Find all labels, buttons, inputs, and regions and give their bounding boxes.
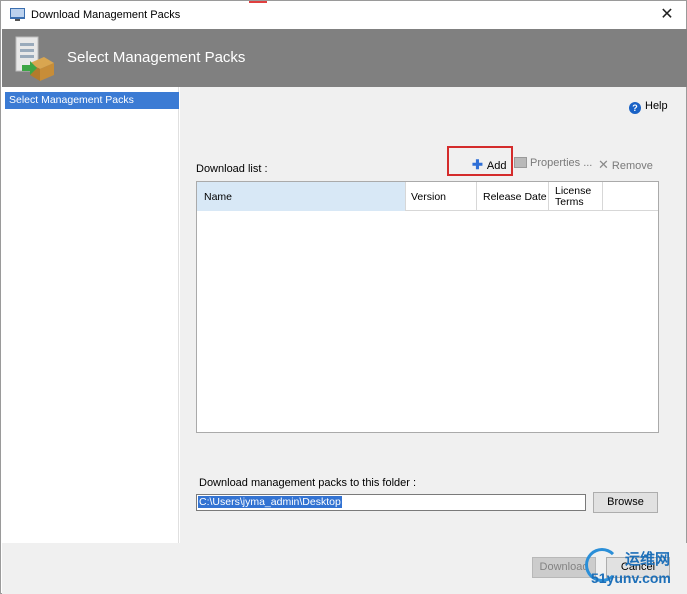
window-title: Download Management Packs (31, 9, 181, 21)
main-panel: ? Help Download list : ✚ Add Properties ..… (180, 87, 686, 543)
column-name[interactable]: Name (197, 182, 406, 211)
add-button[interactable]: ✚ Add (472, 157, 506, 173)
nav-item-select-management-packs[interactable]: Select Management Packs (5, 92, 179, 109)
folder-label: Download management packs to this folder… (199, 477, 417, 489)
plus-icon: ✚ (472, 157, 483, 172)
list-header: Name Version Release Date License Terms (197, 182, 658, 211)
column-release-date[interactable]: Release Date (477, 182, 549, 211)
help-link[interactable]: ? Help (629, 100, 668, 114)
folder-path-input[interactable]: C:\Users\jyma_admin\Desktop (196, 494, 586, 511)
properties-label: Properties ... (530, 157, 593, 169)
watermark-bottom: 51yunv.com (591, 570, 671, 586)
properties-icon (514, 157, 527, 168)
management-pack-icon (15, 36, 54, 81)
properties-button[interactable]: Properties ... (514, 157, 592, 169)
column-license-terms[interactable]: License Terms (549, 182, 603, 211)
title-bar: Download Management Packs ✕ (1, 1, 686, 29)
watermark: 运维网 51yunv.com (581, 546, 685, 592)
download-list[interactable]: Name Version Release Date License Terms (196, 181, 659, 433)
browse-button[interactable]: Browse (593, 492, 658, 513)
column-version[interactable]: Version (406, 182, 477, 211)
download-mp-window: Download Management Packs ✕ Select Manag… (0, 0, 687, 594)
app-icon (10, 8, 25, 21)
remove-icon: ✕ (598, 157, 609, 172)
folder-path-value: C:\Users\jyma_admin\Desktop (198, 496, 342, 508)
decor-line (249, 1, 267, 3)
header-banner: Select Management Packs (2, 29, 687, 87)
add-label: Add (486, 160, 507, 172)
help-icon: ? (629, 102, 641, 114)
remove-button[interactable]: ✕ Remove (598, 157, 653, 173)
help-label: Help (645, 100, 668, 112)
download-list-label: Download list : (196, 163, 268, 175)
watermark-top: 运维网 (625, 550, 671, 568)
banner-title: Select Management Packs (67, 49, 246, 66)
left-nav: Select Management Packs (2, 87, 179, 543)
close-icon[interactable]: ✕ (656, 4, 678, 26)
remove-label: Remove (611, 160, 653, 172)
